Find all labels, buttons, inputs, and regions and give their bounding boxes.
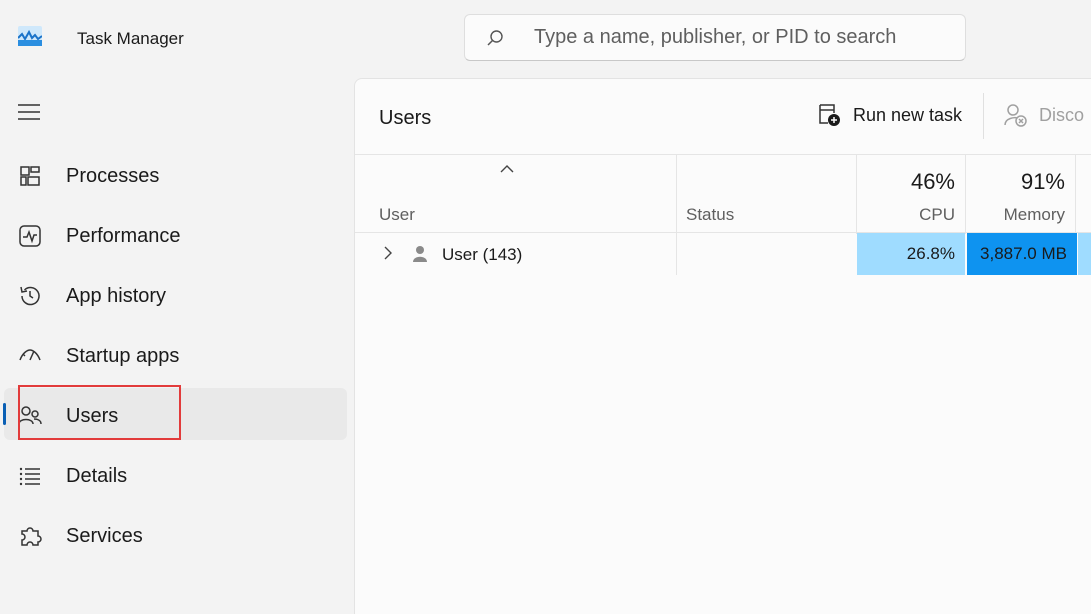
services-puzzle-icon — [21, 527, 42, 546]
page-title: Users — [379, 107, 432, 129]
disconnect-label: Disco — [1039, 104, 1085, 125]
table-row[interactable]: User (143) 26.8% 3,887.0 MB — [355, 233, 1091, 275]
memory-total-percent: 91% — [1020, 169, 1065, 194]
window-title: Task Manager — [77, 29, 184, 48]
run-task-icon — [819, 104, 840, 126]
memory-usage-cell: 3,887.0 MB — [967, 233, 1077, 275]
column-divider — [676, 233, 677, 275]
column-header-memory[interactable]: Memory — [1004, 205, 1065, 225]
column-header-user[interactable]: User — [379, 205, 415, 225]
sidebar-item-app-history[interactable]: App history — [0, 266, 350, 326]
column-header-cpu[interactable]: CPU — [919, 205, 955, 225]
task-manager-app-icon — [18, 26, 42, 46]
user-avatar-icon — [413, 246, 427, 262]
column-divider[interactable] — [676, 155, 677, 234]
sidebar-nav: Processes Performance App history Startu… — [0, 146, 350, 566]
sidebar-item-label: Startup apps — [66, 344, 180, 367]
sidebar-item-services[interactable]: Services — [0, 506, 350, 566]
run-new-task-button[interactable]: Run new task — [817, 103, 962, 127]
column-divider[interactable] — [1075, 155, 1076, 234]
annotation-highlight-box — [18, 385, 181, 440]
search-box[interactable] — [464, 14, 966, 61]
table-header: User Status 46% CPU 91% Memory — [355, 154, 1091, 234]
sidebar-item-processes[interactable]: Processes — [0, 146, 350, 206]
sidebar-item-details[interactable]: Details — [0, 446, 350, 506]
cpu-usage-cell: 26.8% — [857, 233, 965, 275]
active-indicator — [3, 403, 6, 425]
sidebar-item-label: App history — [66, 284, 167, 307]
disconnect-button[interactable]: Disco — [1003, 103, 1084, 127]
startup-gauge-icon — [19, 349, 41, 361]
sidebar-item-label: Processes — [66, 164, 160, 187]
sidebar-item-startup-apps[interactable]: Startup apps — [0, 326, 350, 386]
processes-icon — [20, 166, 40, 186]
main-panel: Users Run new task Disco User Status 46% — [354, 78, 1091, 614]
history-clock-icon — [20, 286, 40, 306]
sidebar-item-label: Services — [66, 524, 143, 547]
disconnect-user-icon — [1004, 104, 1027, 127]
details-list-icon — [19, 467, 40, 486]
sidebar-item-label: Performance — [66, 224, 181, 247]
search-input[interactable] — [534, 26, 954, 49]
next-column-cell — [1078, 233, 1091, 275]
sidebar-item-performance[interactable]: Performance — [0, 206, 350, 266]
toolbar-divider — [983, 93, 984, 139]
run-new-task-label: Run new task — [853, 104, 963, 125]
hamburger-menu-icon[interactable] — [18, 102, 40, 122]
column-divider[interactable] — [965, 155, 966, 234]
column-header-status[interactable]: Status — [686, 205, 734, 225]
user-name-cell: User (143) — [442, 245, 523, 264]
performance-icon — [19, 225, 41, 247]
column-divider[interactable] — [856, 155, 857, 234]
sort-ascending-icon[interactable] — [499, 164, 515, 174]
cpu-total-percent: 46% — [910, 169, 955, 194]
search-icon — [487, 29, 503, 46]
sidebar-item-label: Details — [66, 464, 128, 487]
chevron-right-icon[interactable] — [383, 246, 393, 260]
